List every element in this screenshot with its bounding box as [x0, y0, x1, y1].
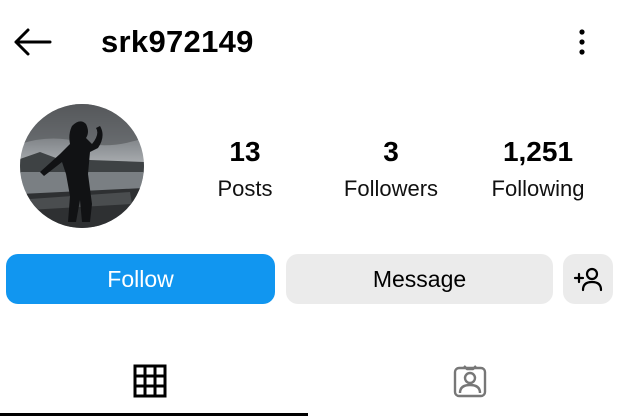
tab-posts-grid[interactable] — [0, 350, 300, 412]
followers-label: Followers — [343, 176, 439, 201]
arrow-left-icon — [14, 28, 52, 56]
tagged-person-icon — [453, 365, 486, 398]
followers-count: 3 — [383, 136, 399, 167]
followers-stat[interactable]: 3 Followers — [321, 136, 461, 204]
more-options-button[interactable] — [566, 22, 598, 62]
message-button[interactable]: Message — [286, 254, 553, 304]
grid-icon — [133, 364, 167, 398]
avatar[interactable] — [20, 104, 144, 228]
posts-label: Posts — [217, 176, 273, 201]
following-stat[interactable]: 1,251 Following — [468, 136, 608, 204]
following-count: 1,251 — [502, 136, 574, 167]
posts-stat[interactable]: 13 Posts — [175, 136, 315, 204]
back-button[interactable] — [10, 24, 54, 60]
profile-screen: srk972149 13 Posts 3 Followers 1,251 Fol… — [0, 0, 617, 416]
following-label: Following — [491, 176, 585, 201]
vertical-ellipsis-icon — [579, 29, 585, 55]
suggested-accounts-button[interactable] — [563, 254, 613, 304]
profile-username: srk972149 — [101, 24, 254, 59]
posts-count: 13 — [229, 136, 261, 167]
follow-button[interactable]: Follow — [6, 254, 275, 304]
profile-photo — [20, 104, 144, 228]
add-person-icon — [573, 267, 603, 292]
tab-tagged[interactable] — [322, 350, 617, 412]
